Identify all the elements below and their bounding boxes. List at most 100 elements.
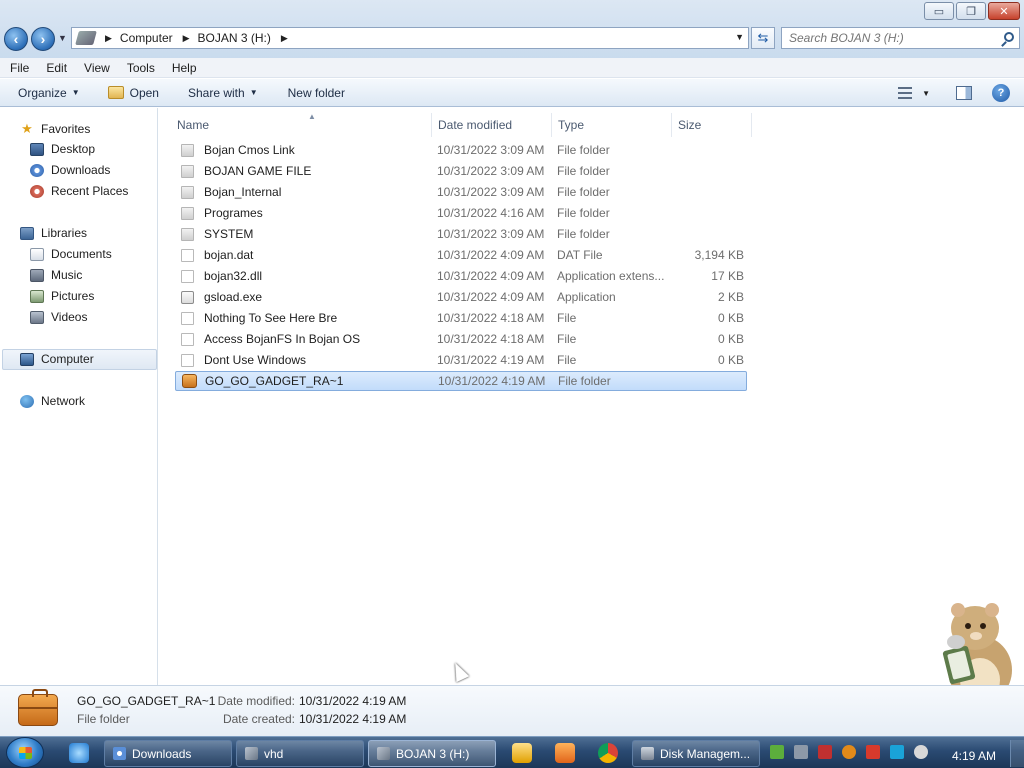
chevron-right-icon[interactable]: ▶ bbox=[183, 33, 190, 44]
organize-label: Organize bbox=[18, 85, 67, 100]
column-name-label: Name bbox=[177, 118, 210, 132]
nav-libraries[interactable]: Libraries bbox=[20, 226, 87, 240]
start-button[interactable] bbox=[6, 737, 44, 768]
security-icon[interactable] bbox=[770, 745, 784, 759]
search-tray-icon[interactable] bbox=[842, 745, 856, 759]
cell-name: Bojan Cmos Link bbox=[181, 143, 431, 157]
cell-size: 17 KB bbox=[711, 269, 744, 283]
menu-edit[interactable]: Edit bbox=[36, 61, 74, 75]
recent-pages-dropdown[interactable]: ▼ bbox=[58, 33, 67, 43]
date-modified-value: 10/31/2022 4:19 AM bbox=[299, 694, 407, 708]
drive-icon bbox=[75, 31, 97, 45]
nav-item-recent-places[interactable]: Recent Places bbox=[30, 184, 128, 198]
table-row[interactable]: Access BojanFS In Bojan OS 10/31/2022 4:1… bbox=[175, 329, 747, 349]
close-button[interactable]: ✕ bbox=[988, 2, 1020, 20]
videos-icon bbox=[30, 310, 44, 324]
display-icon[interactable] bbox=[890, 745, 904, 759]
address-dropdown-icon[interactable]: ▼ bbox=[735, 32, 744, 42]
nav-item-music[interactable]: Music bbox=[30, 268, 82, 282]
volume-icon[interactable] bbox=[914, 745, 928, 759]
chevron-right-icon[interactable]: ▶ bbox=[281, 33, 288, 44]
nav-item-downloads[interactable]: Downloads bbox=[30, 163, 110, 177]
table-row[interactable]: Programes 10/31/2022 4:16 AM File folder bbox=[175, 203, 747, 223]
table-row-selected[interactable]: GO_GO_GADGET_RA~1 10/31/2022 4:19 AM File … bbox=[175, 371, 747, 391]
column-type-label: Type bbox=[558, 118, 585, 132]
taskbar-item-vhd[interactable]: vhd bbox=[236, 740, 364, 767]
show-desktop-button[interactable] bbox=[1010, 740, 1024, 767]
internet-explorer-icon[interactable] bbox=[69, 743, 89, 763]
nav-favorites[interactable]: ★ Favorites bbox=[20, 121, 90, 137]
open-folder-icon bbox=[107, 86, 124, 99]
taskbar-item-downloads[interactable]: Downloads bbox=[104, 740, 232, 767]
help-icon[interactable]: ? bbox=[992, 84, 1010, 102]
search-icon[interactable] bbox=[1004, 32, 1014, 42]
cell-date-modified: 10/31/2022 3:09 AM bbox=[437, 143, 545, 157]
app-shortcut-icon[interactable] bbox=[555, 743, 575, 763]
cell-name: Programes bbox=[181, 206, 431, 220]
column-size[interactable]: Size bbox=[672, 113, 752, 137]
forward-button[interactable]: › bbox=[31, 27, 55, 51]
table-row[interactable]: gsload.exe 10/31/2022 4:09 AM Application 2… bbox=[175, 287, 747, 307]
cell-date-modified: 10/31/2022 4:09 AM bbox=[437, 269, 545, 283]
address-bar[interactable]: ▶ Computer ▶ BOJAN 3 (H:) ▶ ▼ bbox=[71, 27, 749, 49]
breadcrumb-drive[interactable]: BOJAN 3 (H:) bbox=[198, 31, 271, 45]
table-row[interactable]: bojan.dat 10/31/2022 4:09 AM DAT File 3,194… bbox=[175, 245, 747, 265]
network-tray-icon[interactable] bbox=[794, 745, 808, 759]
search-input[interactable] bbox=[782, 28, 992, 48]
nav-item-label: Documents bbox=[51, 247, 112, 261]
cell-type: Application extens... bbox=[557, 269, 665, 283]
column-date-modified[interactable]: Date modified bbox=[432, 113, 552, 137]
tools-icon[interactable] bbox=[818, 745, 832, 759]
chrome-icon[interactable] bbox=[598, 743, 618, 763]
chevron-right-icon[interactable]: ▶ bbox=[105, 33, 112, 44]
refresh-button[interactable]: ⇆ bbox=[751, 27, 775, 49]
column-type[interactable]: Type bbox=[552, 113, 672, 137]
file-name: Dont Use Windows bbox=[204, 353, 307, 367]
menu-tools[interactable]: Tools bbox=[117, 61, 162, 75]
nav-item-videos[interactable]: Videos bbox=[30, 310, 87, 324]
minimize-button[interactable]: ▭ bbox=[924, 2, 954, 20]
table-row[interactable]: BOJAN GAME FILE 10/31/2022 3:09 AM File fo… bbox=[175, 161, 747, 181]
cell-date-modified: 10/31/2022 4:19 AM bbox=[438, 374, 546, 388]
column-name[interactable]: Name ▲ bbox=[171, 112, 432, 137]
new-folder-button[interactable]: New folder bbox=[288, 86, 345, 100]
table-row[interactable]: Nothing To See Here Bre 10/31/2022 4:18 A… bbox=[175, 308, 747, 328]
organize-button[interactable]: Organize ▼ bbox=[18, 86, 80, 100]
maximize-button[interactable]: ❐ bbox=[956, 2, 986, 20]
search-box[interactable] bbox=[781, 27, 1020, 49]
media-player-icon[interactable] bbox=[512, 743, 532, 763]
cell-type: File bbox=[557, 332, 577, 346]
downloads-icon bbox=[113, 747, 126, 760]
change-view-icon[interactable] bbox=[898, 87, 913, 99]
chevron-down-icon: ▼ bbox=[249, 88, 258, 97]
share-with-button[interactable]: Share with ▼ bbox=[188, 86, 258, 100]
table-row[interactable]: bojan32.dll 10/31/2022 4:09 AM Application… bbox=[175, 266, 747, 286]
nav-computer[interactable]: Computer bbox=[20, 352, 94, 366]
nav-item-desktop[interactable]: Desktop bbox=[30, 142, 95, 156]
nav-item-label: Music bbox=[51, 268, 83, 282]
open-button[interactable]: Open bbox=[107, 85, 159, 100]
nav-network[interactable]: Network bbox=[20, 394, 85, 408]
nav-item-label: Downloads bbox=[51, 163, 111, 177]
table-row[interactable]: Bojan Cmos Link 10/31/2022 3:09 AM File fo… bbox=[175, 140, 747, 160]
file-name: SYSTEM bbox=[204, 227, 254, 241]
cell-date-modified: 10/31/2022 4:09 AM bbox=[437, 290, 545, 304]
nav-item-pictures[interactable]: Pictures bbox=[30, 289, 94, 303]
table-row[interactable]: Dont Use Windows 10/31/2022 4:19 AM File 0 … bbox=[175, 350, 747, 370]
flag-icon[interactable] bbox=[866, 745, 880, 759]
chevron-down-icon[interactable]: ▼ bbox=[922, 89, 930, 98]
clock[interactable]: 4:19 AM bbox=[952, 749, 996, 763]
preview-pane-icon[interactable] bbox=[956, 86, 972, 100]
menu-help[interactable]: Help bbox=[162, 61, 204, 75]
table-row[interactable]: SYSTEM 10/31/2022 3:09 AM File folder bbox=[175, 224, 747, 244]
menu-file[interactable]: File bbox=[0, 61, 36, 75]
nav-item-documents[interactable]: Documents bbox=[30, 247, 112, 261]
taskbar-item-disk-management[interactable]: Disk Managem... bbox=[632, 740, 760, 767]
table-row[interactable]: Bojan_Internal 10/31/2022 3:09 AM File fol… bbox=[175, 182, 747, 202]
gadget-folder-icon bbox=[182, 374, 197, 388]
breadcrumb-computer[interactable]: Computer bbox=[120, 31, 173, 45]
taskbar-item-bojan3[interactable]: BOJAN 3 (H:) bbox=[368, 740, 496, 767]
back-button[interactable]: ‹ bbox=[4, 27, 28, 51]
menu-view[interactable]: View bbox=[74, 61, 117, 75]
open-label: Open bbox=[129, 85, 159, 100]
